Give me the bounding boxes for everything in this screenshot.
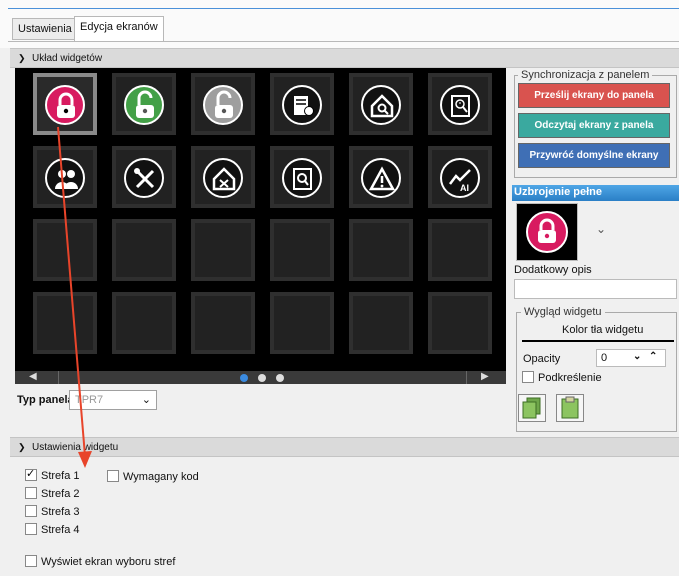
annotation-arrow <box>57 126 92 468</box>
app-window: Ustawienia Edycja ekranów ❯ Układ widgetó… <box>0 0 679 576</box>
